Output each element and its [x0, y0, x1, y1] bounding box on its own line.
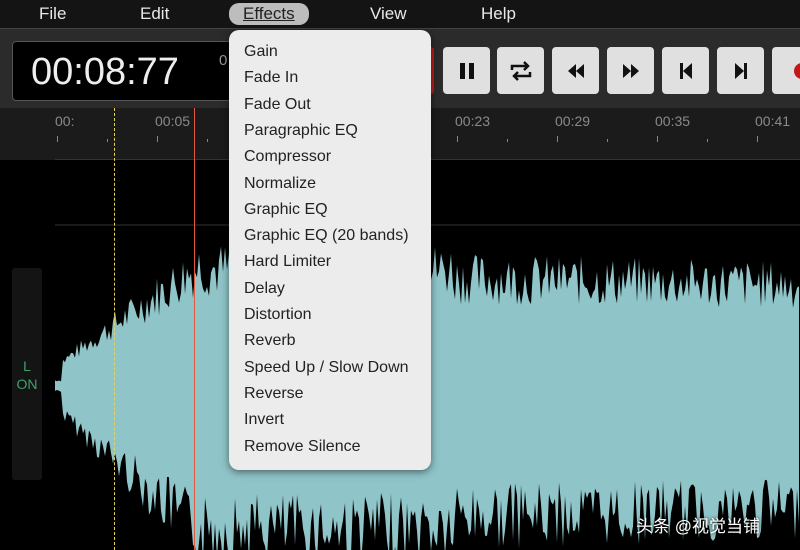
- loop-button[interactable]: [497, 47, 544, 94]
- ruler-minor-tick: [107, 139, 108, 142]
- menu-file[interactable]: File: [25, 3, 80, 25]
- ruler-tick-label: 00:29: [555, 113, 591, 129]
- effects-menu-item[interactable]: Graphic EQ: [244, 201, 328, 219]
- playhead[interactable]: [194, 108, 195, 550]
- skip-end-button[interactable]: [717, 47, 764, 94]
- effects-menu-item[interactable]: Hard Limiter: [244, 253, 331, 271]
- effects-menu-item[interactable]: Gain: [244, 43, 278, 61]
- menu-edit[interactable]: Edit: [126, 3, 183, 25]
- channel-label: L: [23, 358, 31, 374]
- menu-view[interactable]: View: [356, 3, 421, 25]
- menu-help[interactable]: Help: [467, 3, 530, 25]
- effects-menu-item[interactable]: Compressor: [244, 148, 331, 166]
- record-button[interactable]: [772, 47, 800, 94]
- ruler-tick-label: 00:41: [755, 113, 791, 129]
- menubar: File Edit Effects View Help: [0, 0, 800, 28]
- ruler-tick-label: 00:23: [455, 113, 491, 129]
- effects-menu-item[interactable]: Reverb: [244, 332, 296, 350]
- rewind-icon: [567, 63, 584, 78]
- effects-menu-item[interactable]: Normalize: [244, 175, 316, 193]
- skip-start-icon: [679, 62, 692, 79]
- effects-menu-item[interactable]: Invert: [244, 411, 284, 429]
- rewind-button[interactable]: [552, 47, 599, 94]
- ruler-minor-tick: [607, 139, 608, 142]
- ruler-tick: [757, 136, 758, 142]
- fast-forward-button[interactable]: [607, 47, 654, 94]
- ruler-tick: [57, 136, 58, 142]
- channel-left-toggle[interactable]: L ON: [12, 268, 42, 480]
- fast-forward-icon: [622, 63, 639, 78]
- time-display: 00:08:77 0: [12, 41, 252, 101]
- ruler-minor-tick: [207, 139, 208, 142]
- ruler-minor-tick: [507, 139, 508, 142]
- ruler-tick-label: 00:35: [655, 113, 691, 129]
- menu-effects[interactable]: Effects: [229, 3, 309, 25]
- ruler-tick: [457, 136, 458, 142]
- ruler-tick: [157, 136, 158, 142]
- ruler-tick: [557, 136, 558, 142]
- ruler-tick: [657, 136, 658, 142]
- effects-menu-item[interactable]: Paragraphic EQ: [244, 122, 358, 140]
- effects-menu-item[interactable]: Graphic EQ (20 bands): [244, 227, 409, 245]
- effects-menu-item[interactable]: Reverse: [244, 385, 304, 403]
- effects-menu-item[interactable]: Distortion: [244, 306, 312, 324]
- skip-start-button[interactable]: [662, 47, 709, 94]
- ruler-minor-tick: [707, 139, 708, 142]
- record-icon: [794, 62, 800, 79]
- effects-menu-item[interactable]: Delay: [244, 280, 285, 298]
- ruler-tick-label: 00:: [55, 113, 75, 129]
- watermark: 头条 @视觉当铺: [636, 517, 760, 536]
- effects-menu: Gain Fade In Fade Out Paragraphic EQ Compres…: [229, 30, 431, 470]
- channel-state: ON: [16, 376, 38, 392]
- effects-menu-item[interactable]: Fade In: [244, 69, 298, 87]
- repeat-icon: [510, 60, 531, 81]
- effects-menu-item[interactable]: Speed Up / Slow Down: [244, 359, 409, 377]
- ruler-tick-label: 00:05: [155, 113, 191, 129]
- effects-menu-item[interactable]: Fade Out: [244, 96, 311, 114]
- selection-marker[interactable]: [114, 108, 115, 550]
- pause-button[interactable]: [443, 47, 490, 94]
- secondary-time: 0: [219, 52, 228, 69]
- current-time: 00:08:77: [31, 51, 179, 93]
- skip-end-icon: [734, 62, 747, 79]
- effects-menu-item[interactable]: Remove Silence: [244, 438, 361, 456]
- pause-icon: [459, 62, 474, 79]
